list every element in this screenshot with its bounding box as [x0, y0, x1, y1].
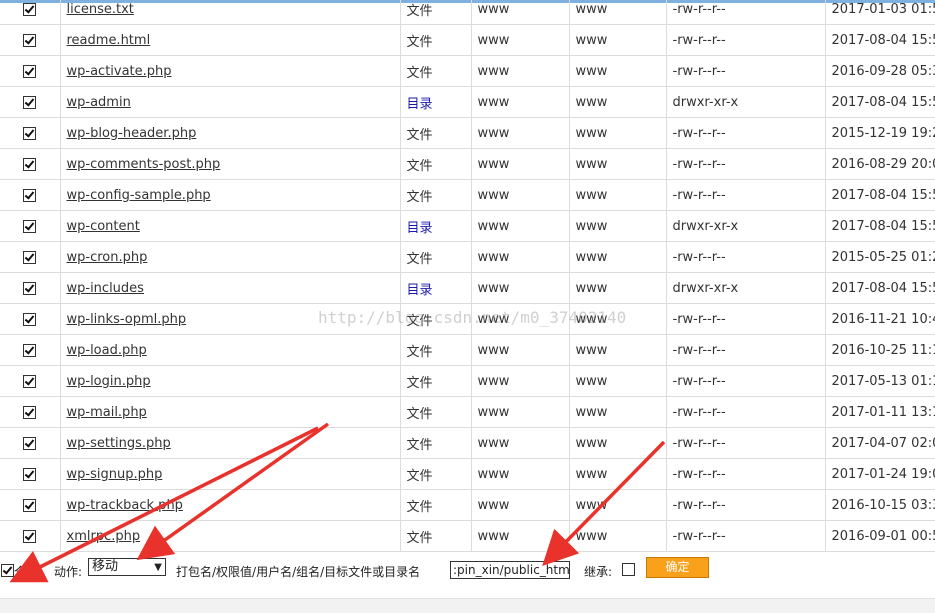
- annotation-arrows: [9, 422, 666, 583]
- red-arrow-icon: [9, 426, 319, 583]
- red-arrow-icon: [136, 422, 330, 561]
- red-arrow-icon: [542, 440, 666, 566]
